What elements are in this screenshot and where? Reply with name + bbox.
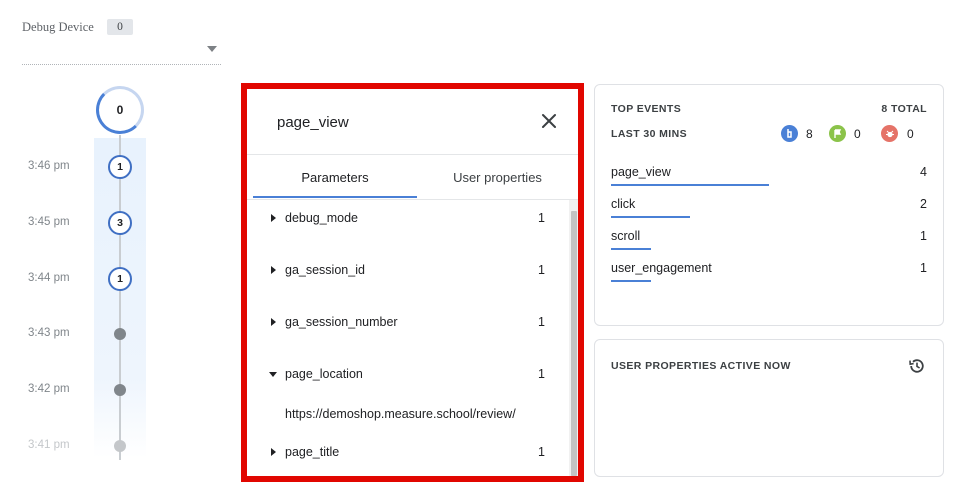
top-event-name: scroll — [611, 229, 641, 243]
user-properties-title: USER PROPERTIES ACTIVE NOW — [611, 360, 791, 372]
top-event-name: click — [611, 197, 636, 211]
timeline-time: 3:42 pm — [28, 383, 70, 395]
top-event-count: 1 — [920, 261, 927, 275]
top-event-count: 2 — [920, 197, 927, 211]
collapse-arrow-icon — [269, 372, 277, 377]
debug-device-label: Debug Device — [22, 20, 94, 34]
expand-arrow-icon — [271, 266, 276, 274]
event-title: page_view — [277, 114, 349, 131]
top-event-name: page_view — [611, 165, 671, 179]
top-event-count: 1 — [920, 229, 927, 243]
parameter-name: ga_session_number — [285, 315, 398, 329]
error-bug-icon — [881, 125, 898, 142]
timeline-row: 3:42 pm — [0, 378, 240, 402]
event-icon — [781, 125, 798, 142]
parameter-name: page_location — [285, 367, 363, 381]
event-counter-value: 8 — [806, 127, 813, 141]
flag-glyph — [834, 128, 842, 138]
tabs-divider — [247, 199, 578, 200]
timeline-row: 3:43 pm — [0, 322, 240, 346]
timeline-event-count[interactable]: 3 — [108, 211, 132, 235]
debug-device-select[interactable] — [22, 40, 221, 65]
event-detail-panel: page_view Parameters User properties deb… — [241, 83, 584, 482]
timeline-row: 3:41 pm — [0, 434, 240, 458]
top-event-name: user_engagement — [611, 261, 712, 275]
timeline-time: 3:41 pm — [28, 439, 70, 451]
active-tab-indicator — [253, 196, 417, 198]
close-button[interactable] — [538, 110, 560, 132]
top-events-title: TOP EVENTS — [611, 103, 682, 115]
top-event-bar — [611, 280, 651, 282]
expand-arrow-icon — [271, 448, 276, 456]
timeline-time: 3:43 pm — [28, 327, 70, 339]
time-range-label: LAST 30 MINS — [611, 128, 687, 140]
parameter-row-ga-session-id[interactable]: ga_session_id 1 — [247, 260, 565, 282]
parameter-name: page_title — [285, 445, 340, 459]
parameter-count: 1 — [538, 211, 545, 225]
timeline-line — [119, 135, 121, 460]
timeline-time: 3:44 pm — [28, 272, 70, 284]
top-event-row[interactable]: user_engagement 1 — [611, 261, 927, 291]
total-events-count: 8 TOTAL — [881, 103, 927, 115]
conversion-counter-value: 0 — [854, 127, 861, 141]
timeline-row[interactable]: 3:46 pm 1 — [0, 155, 240, 179]
touch-glyph — [787, 129, 792, 138]
parameter-count: 1 — [538, 367, 545, 381]
top-event-bar — [611, 248, 651, 250]
timeline-row[interactable]: 3:44 pm 1 — [0, 267, 240, 291]
expand-arrow-icon — [271, 214, 276, 222]
user-properties-card: USER PROPERTIES ACTIVE NOW — [594, 339, 944, 477]
top-events-card: TOP EVENTS 8 TOTAL LAST 30 MINS 8 0 0 pa… — [594, 84, 944, 326]
parameter-count: 1 — [538, 263, 545, 277]
timeline-seconds-counter[interactable]: 0 — [96, 86, 144, 134]
tab-user-properties[interactable]: User properties — [417, 155, 578, 199]
timeline-event-count[interactable]: 1 — [108, 155, 132, 179]
parameter-value: https://demoshop.measure.school/review/ — [285, 407, 516, 421]
dropdown-caret-icon — [207, 46, 217, 52]
parameter-name: debug_mode — [285, 211, 358, 225]
history-icon — [909, 359, 924, 373]
history-button[interactable] — [906, 355, 928, 377]
parameter-row-ga-session-number[interactable]: ga_session_number 1 — [247, 312, 565, 334]
debug-device-count-badge: 0 — [107, 19, 133, 35]
debugview-page: Debug Device 0 0 3:46 pm 1 3:45 pm 3 3:4… — [0, 0, 960, 500]
timeline-empty-dot — [114, 328, 126, 340]
timeline-empty-dot — [114, 440, 126, 452]
top-event-count: 4 — [920, 165, 927, 179]
parameter-count: 1 — [538, 315, 545, 329]
timeline-empty-dot — [114, 384, 126, 396]
timeline-time: 3:46 pm — [28, 160, 70, 172]
parameter-row-page-location[interactable]: page_location 1 — [247, 364, 565, 386]
conversion-flag-icon — [829, 125, 846, 142]
top-event-row[interactable]: click 2 — [611, 197, 927, 227]
top-event-row[interactable]: scroll 1 — [611, 229, 927, 259]
bug-glyph — [885, 130, 894, 137]
top-event-bar — [611, 184, 769, 186]
top-event-row[interactable]: page_view 4 — [611, 165, 927, 195]
timeline-event-count[interactable]: 1 — [108, 267, 132, 291]
close-icon — [542, 114, 556, 128]
expand-arrow-icon — [271, 318, 276, 326]
timeline-row[interactable]: 3:45 pm 3 — [0, 211, 240, 235]
tab-parameters[interactable]: Parameters — [253, 155, 417, 199]
top-event-bar — [611, 216, 690, 218]
scrollbar-thumb[interactable] — [571, 211, 577, 476]
parameter-row-page-title[interactable]: page_title 1 — [247, 442, 565, 464]
parameter-name: ga_session_id — [285, 263, 365, 277]
timeline-time: 3:45 pm — [28, 216, 70, 228]
parameter-count: 1 — [538, 445, 545, 459]
parameter-row-debug-mode[interactable]: debug_mode 1 — [247, 208, 565, 230]
error-counter-value: 0 — [907, 127, 914, 141]
